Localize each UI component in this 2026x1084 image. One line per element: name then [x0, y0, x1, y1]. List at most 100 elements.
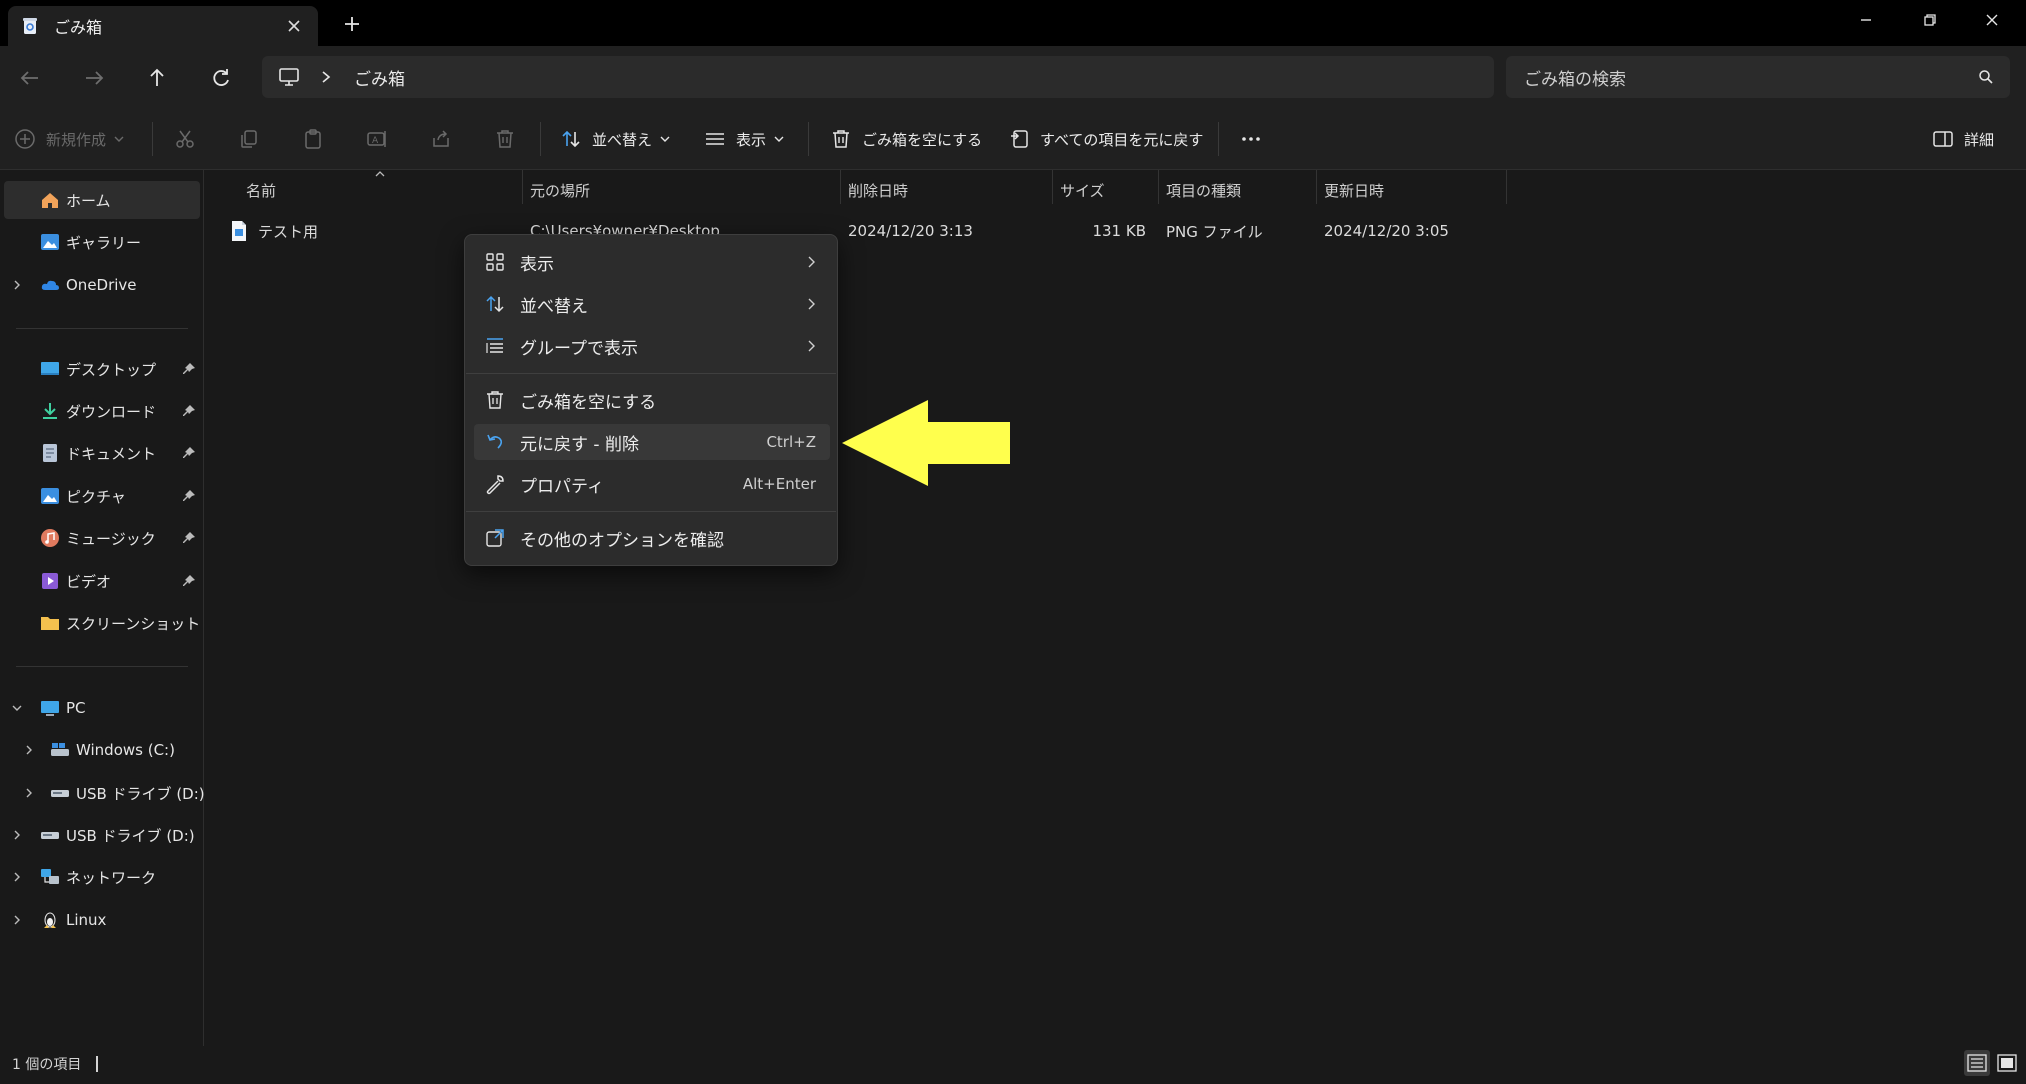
- sidebar-item-music[interactable]: ミュージック: [0, 519, 200, 557]
- column-divider[interactable]: [1506, 170, 1507, 204]
- forward-arrow-icon[interactable]: [78, 62, 110, 94]
- sidebar-item-usb-d-sub[interactable]: USB ドライブ (D:): [0, 774, 205, 812]
- plus-circle-icon: [14, 128, 36, 150]
- chevron-right-icon[interactable]: [24, 744, 34, 756]
- chevron-down-icon: [114, 135, 124, 143]
- search-input[interactable]: ごみ箱の検索: [1506, 56, 2010, 98]
- pin-icon[interactable]: [182, 362, 196, 376]
- scissors-icon: [174, 128, 196, 150]
- column-divider[interactable]: [1158, 170, 1159, 204]
- thumbnail-view-icon: [1994, 1050, 2020, 1076]
- tab-recycle-bin[interactable]: ごみ箱: [8, 6, 318, 46]
- details-pane-button[interactable]: 詳細: [1932, 124, 1994, 154]
- new-button[interactable]: 新規作成: [14, 124, 124, 154]
- menu-item-undo-delete[interactable]: 元に戻す - 削除 Ctrl+Z: [474, 424, 830, 460]
- pin-icon[interactable]: [182, 404, 196, 418]
- column-divider[interactable]: [840, 170, 841, 204]
- sidebar-item-home[interactable]: ホーム: [4, 181, 200, 219]
- menu-item-more-options[interactable]: その他のオプションを確認: [474, 520, 830, 556]
- chevron-down-icon[interactable]: [12, 702, 22, 714]
- trash-icon: [494, 128, 516, 150]
- column-header-deleted[interactable]: 削除日時: [848, 176, 908, 204]
- sidebar-item-usb-d[interactable]: USB ドライブ (D:): [0, 816, 200, 854]
- sidebar-item-videos[interactable]: ビデオ: [0, 562, 200, 600]
- search-placeholder: ごみ箱の検索: [1524, 69, 1626, 90]
- menu-item-group-by[interactable]: グループで表示: [474, 328, 830, 364]
- new-tab-button[interactable]: [340, 12, 364, 36]
- sidebar-item-onedrive[interactable]: OneDrive: [0, 266, 200, 304]
- desktop-icon: [40, 359, 60, 379]
- menu-item-empty-recycle-bin[interactable]: ごみ箱を空にする: [474, 382, 830, 418]
- minimize-icon[interactable]: [1852, 6, 1880, 34]
- details-view-button[interactable]: [1964, 1050, 1990, 1076]
- more-options-button[interactable]: [1240, 124, 1262, 154]
- svg-text:A: A: [372, 136, 379, 146]
- table-row[interactable]: テスト用: [230, 218, 318, 244]
- pin-icon[interactable]: [182, 531, 196, 545]
- sidebar-item-linux[interactable]: Linux: [0, 901, 200, 939]
- home-icon: [40, 190, 60, 210]
- restore-all-button[interactable]: すべての項目を元に戻す: [1008, 124, 1203, 154]
- tiles-view-button[interactable]: [1994, 1050, 2020, 1076]
- sort-icon: [560, 128, 582, 150]
- restore-icon[interactable]: [1916, 6, 1944, 34]
- empty-recycle-bin-button[interactable]: ごみ箱を空にする: [830, 124, 982, 154]
- usb-drive-icon: [40, 825, 60, 845]
- shortcut-text: Ctrl+Z: [766, 433, 816, 451]
- sidebar-item-network[interactable]: ネットワーク: [0, 858, 200, 896]
- rename-button[interactable]: A: [366, 124, 388, 154]
- back-arrow-icon[interactable]: [14, 62, 46, 94]
- column-header-name[interactable]: 名前: [246, 176, 276, 204]
- view-button[interactable]: 表示: [704, 124, 784, 154]
- pin-icon[interactable]: [182, 574, 196, 588]
- pin-icon[interactable]: [182, 489, 196, 503]
- network-icon: [40, 867, 60, 887]
- chevron-right-icon[interactable]: [24, 787, 34, 799]
- chevron-right-icon[interactable]: [12, 914, 22, 926]
- sidebar-item-pictures[interactable]: ピクチャ: [0, 477, 200, 515]
- sidebar-item-desktop[interactable]: デスクトップ: [0, 350, 200, 388]
- sidebar-item-pc[interactable]: PC: [0, 689, 200, 727]
- chevron-right-icon: [806, 297, 816, 311]
- sidebar-item-drive-c[interactable]: Windows (C:): [0, 731, 200, 769]
- download-icon: [40, 401, 60, 421]
- file-type: PNG ファイル: [1166, 222, 1263, 241]
- menu-item-sort[interactable]: 並べ替え: [474, 286, 830, 322]
- column-divider[interactable]: [1052, 170, 1053, 204]
- refresh-icon[interactable]: [205, 62, 237, 94]
- cut-button[interactable]: [174, 124, 196, 154]
- menu-item-view[interactable]: 表示: [474, 244, 830, 280]
- column-divider[interactable]: [1316, 170, 1317, 204]
- delete-button[interactable]: [494, 124, 516, 154]
- sidebar-item-documents[interactable]: ドキュメント: [0, 434, 200, 472]
- recycle-bin-icon: [22, 17, 38, 35]
- share-button[interactable]: [430, 124, 452, 154]
- close-window-icon[interactable]: [1978, 6, 2006, 34]
- column-divider[interactable]: [522, 170, 523, 204]
- menu-item-properties[interactable]: プロパティ Alt+Enter: [474, 466, 830, 502]
- breadcrumb[interactable]: ごみ箱: [354, 65, 405, 90]
- column-header-location[interactable]: 元の場所: [530, 176, 590, 204]
- paste-button[interactable]: [302, 124, 324, 154]
- sort-button[interactable]: 並べ替え: [560, 124, 670, 154]
- chevron-right-icon[interactable]: [12, 829, 22, 841]
- status-divider: [96, 1056, 98, 1072]
- up-arrow-icon[interactable]: [141, 62, 173, 94]
- rename-icon: A: [366, 128, 388, 150]
- chevron-right-icon[interactable]: [12, 871, 22, 883]
- chevron-right-icon[interactable]: [320, 70, 332, 84]
- search-icon[interactable]: [1978, 69, 1994, 85]
- sidebar-item-downloads[interactable]: ダウンロード: [0, 392, 200, 430]
- pin-icon[interactable]: [182, 446, 196, 460]
- column-header-type[interactable]: 項目の種類: [1166, 176, 1241, 204]
- sidebar-item-screenshots[interactable]: スクリーンショット: [0, 604, 200, 642]
- column-header-size[interactable]: サイズ: [1060, 176, 1105, 204]
- column-header-modified[interactable]: 更新日時: [1324, 176, 1384, 204]
- close-tab-icon[interactable]: [284, 16, 304, 36]
- toolbar-divider: [1218, 122, 1219, 156]
- sidebar-item-gallery[interactable]: ギャラリー: [0, 223, 200, 261]
- copy-button[interactable]: [238, 124, 260, 154]
- address-bar[interactable]: ごみ箱: [262, 56, 1494, 98]
- chevron-right-icon[interactable]: [12, 279, 22, 291]
- cloud-icon: [40, 275, 60, 295]
